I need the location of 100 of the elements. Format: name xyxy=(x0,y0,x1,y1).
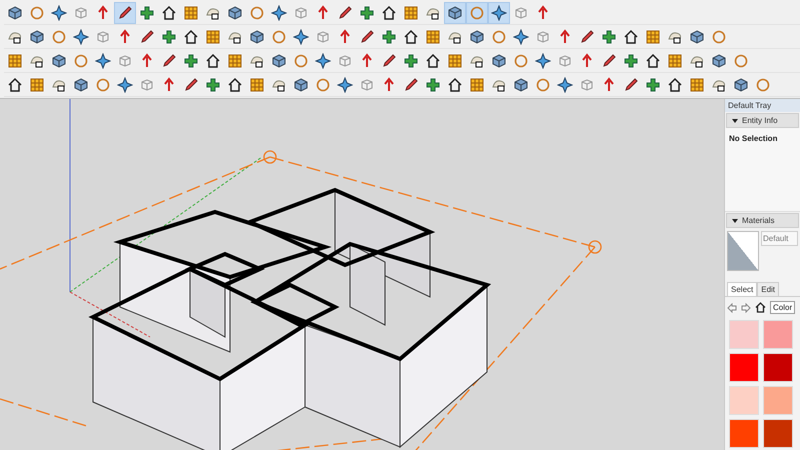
circle-icon xyxy=(51,28,67,44)
house-icon xyxy=(183,28,199,44)
circle-icon xyxy=(711,28,727,44)
box-outline-icon xyxy=(117,52,133,68)
house-icon xyxy=(161,4,177,20)
cube-icon xyxy=(227,4,243,20)
circle-icon xyxy=(249,4,265,20)
cross-icon xyxy=(601,28,617,44)
material-name-field[interactable]: Default xyxy=(761,231,798,246)
pencil-icon xyxy=(139,28,155,44)
caret-icon xyxy=(731,116,739,124)
pencil-icon xyxy=(381,52,397,68)
box-outline-icon xyxy=(337,52,353,68)
circle-icon xyxy=(733,52,749,68)
star-icon xyxy=(491,4,507,20)
box-outline-icon xyxy=(535,28,551,44)
star-icon xyxy=(117,76,133,92)
house-icon xyxy=(403,28,419,44)
color-swatch[interactable] xyxy=(729,386,759,415)
grid-icon xyxy=(7,52,23,68)
panel-tab[interactable]: Select xyxy=(727,282,758,296)
back-arrow-icon[interactable] xyxy=(727,302,737,312)
box-outline-icon xyxy=(513,4,529,20)
pencil-icon xyxy=(183,76,199,92)
box-outline-icon xyxy=(139,76,155,92)
cube-icon xyxy=(447,4,463,20)
color-swatch[interactable] xyxy=(763,353,793,382)
cross-icon xyxy=(425,76,441,92)
box-outline-icon xyxy=(315,28,331,44)
cube-icon xyxy=(73,76,89,92)
color-swatch[interactable] xyxy=(729,320,759,349)
cross-icon xyxy=(139,4,155,20)
grid-icon xyxy=(205,28,221,44)
circle-icon xyxy=(293,52,309,68)
color-swatch[interactable] xyxy=(763,419,793,448)
pencil-icon xyxy=(579,28,595,44)
toolbar-button[interactable] xyxy=(114,2,136,24)
cross-icon xyxy=(183,52,199,68)
star-icon xyxy=(73,28,89,44)
star-icon xyxy=(271,4,287,20)
cube-icon xyxy=(711,52,727,68)
circle-icon xyxy=(491,28,507,44)
color-swatch[interactable] xyxy=(729,353,759,382)
house-icon xyxy=(381,4,397,20)
cube-icon xyxy=(491,52,507,68)
cube-icon xyxy=(7,4,23,20)
grid-icon xyxy=(689,76,705,92)
materials-header[interactable]: Materials xyxy=(726,213,799,228)
cube-icon xyxy=(51,52,67,68)
cross-icon xyxy=(623,52,639,68)
box-outline-icon xyxy=(293,4,309,20)
house-icon xyxy=(447,76,463,92)
grid-icon xyxy=(447,52,463,68)
circle-icon xyxy=(535,76,551,92)
circle-icon xyxy=(29,4,45,20)
caret-icon xyxy=(731,216,739,224)
3d-viewport[interactable] xyxy=(0,99,724,450)
cross-icon xyxy=(205,76,221,92)
cube-icon xyxy=(689,28,705,44)
cube-icon xyxy=(271,52,287,68)
pencil-icon xyxy=(337,4,353,20)
cube-icon xyxy=(249,28,265,44)
house-icon xyxy=(7,76,23,92)
toolbar-button[interactable] xyxy=(488,2,510,24)
grid-icon xyxy=(249,76,265,92)
cube-icon xyxy=(293,76,309,92)
box-outline-icon xyxy=(579,76,595,92)
cross-icon xyxy=(161,28,177,44)
toolbar-button[interactable] xyxy=(444,2,466,24)
library-dropdown[interactable]: Color xyxy=(770,301,796,314)
color-swatch[interactable] xyxy=(763,320,793,349)
home-icon[interactable] xyxy=(755,302,766,313)
entity-info-header[interactable]: Entity Info xyxy=(726,113,799,128)
cross-icon xyxy=(403,52,419,68)
star-icon xyxy=(51,4,67,20)
grid-icon xyxy=(183,4,199,20)
star-icon xyxy=(95,52,111,68)
circle-icon xyxy=(513,52,529,68)
grid-icon xyxy=(403,4,419,20)
forward-arrow-icon[interactable] xyxy=(741,302,751,312)
house-icon xyxy=(205,52,221,68)
circle-icon xyxy=(469,4,485,20)
circle-icon xyxy=(73,52,89,68)
cross-icon xyxy=(645,76,661,92)
box-outline-icon xyxy=(557,52,573,68)
cube-icon xyxy=(469,28,485,44)
pencil-icon xyxy=(161,52,177,68)
circle-icon xyxy=(95,76,111,92)
pencil-icon xyxy=(601,52,617,68)
material-preview xyxy=(727,231,759,271)
color-swatch[interactable] xyxy=(729,419,759,448)
panel-tab[interactable]: Edit xyxy=(757,282,780,296)
circle-icon xyxy=(271,28,287,44)
star-icon xyxy=(315,52,331,68)
selection-status: No Selection xyxy=(729,134,778,143)
grid-icon xyxy=(29,76,45,92)
pencil-icon xyxy=(623,76,639,92)
cross-icon xyxy=(359,4,375,20)
star-icon xyxy=(535,52,551,68)
color-swatch[interactable] xyxy=(763,386,793,415)
